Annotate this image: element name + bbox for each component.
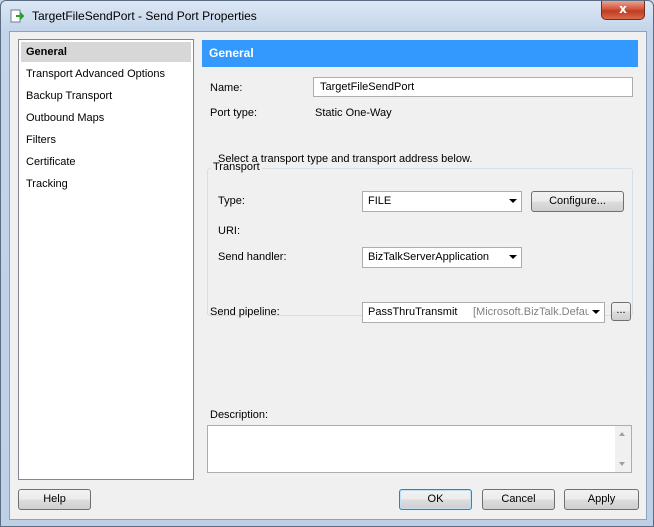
transport-instruction: Select a transport type and transport ad… (218, 153, 473, 165)
send-handler-label: Send handler: (218, 251, 287, 263)
transport-type-value: FILE (368, 195, 392, 207)
send-pipeline-value: PassThruTransmit (368, 306, 458, 318)
nav-item-outbound-maps[interactable]: Outbound Maps (21, 108, 191, 128)
nav-item-certificate[interactable]: Certificate (21, 152, 191, 172)
transport-type-dropdown[interactable]: FILE (362, 191, 522, 212)
send-pipeline-dropdown[interactable]: PassThruTransmit [Microsoft.BizTalk.Defa… (362, 302, 605, 323)
scroll-down-icon[interactable] (619, 462, 625, 466)
nav-item-transport-advanced-options[interactable]: Transport Advanced Options (21, 64, 191, 84)
panel-header: General (202, 40, 638, 67)
title-bar: TargetFileSendPort - Send Port Propertie… (1, 1, 653, 31)
scroll-up-icon[interactable] (619, 432, 625, 436)
description-label: Description: (210, 409, 269, 421)
nav-item-general[interactable]: General (21, 42, 191, 62)
name-field[interactable]: TargetFileSendPort (313, 77, 633, 97)
apply-button[interactable]: Apply (564, 489, 639, 510)
uri-label: URI: (218, 225, 240, 237)
description-field[interactable] (207, 425, 632, 473)
send-handler-value: BizTalkServerApplication (368, 251, 490, 263)
description-scrollbar[interactable] (615, 426, 631, 472)
close-button[interactable]: x (601, 1, 645, 20)
cancel-button[interactable]: Cancel (482, 489, 555, 510)
name-label: Name: (210, 82, 243, 94)
page-navigation-list: General Transport Advanced Options Backu… (18, 39, 194, 480)
type-label: Type: (218, 195, 245, 207)
chevron-down-icon (592, 310, 600, 314)
close-icon: x (619, 2, 627, 16)
chevron-down-icon (509, 255, 517, 259)
port-type-value: Static One-Way (315, 107, 392, 119)
help-button[interactable]: Help (18, 489, 91, 510)
send-pipeline-assembly: [Microsoft.BizTalk.Default (473, 306, 589, 318)
nav-item-filters[interactable]: Filters (21, 130, 191, 150)
chevron-down-icon (509, 199, 517, 203)
port-type-label: Port type: (210, 107, 258, 119)
window-title: TargetFileSendPort - Send Port Propertie… (32, 9, 257, 23)
send-port-properties-window: TargetFileSendPort - Send Port Propertie… (0, 0, 654, 527)
general-page-panel: General Name: TargetFileSendPort Port ty… (202, 40, 638, 480)
send-port-icon (10, 9, 25, 23)
configure-button[interactable]: Configure... (531, 191, 624, 212)
send-handler-dropdown[interactable]: BizTalkServerApplication (362, 247, 522, 268)
nav-item-backup-transport[interactable]: Backup Transport (21, 86, 191, 106)
nav-item-tracking[interactable]: Tracking (21, 174, 191, 194)
send-pipeline-label: Send pipeline: (210, 306, 280, 318)
pipeline-browse-button[interactable]: ... (611, 302, 631, 321)
dialog-client-area: General Transport Advanced Options Backu… (9, 31, 647, 520)
ok-button[interactable]: OK (399, 489, 472, 510)
